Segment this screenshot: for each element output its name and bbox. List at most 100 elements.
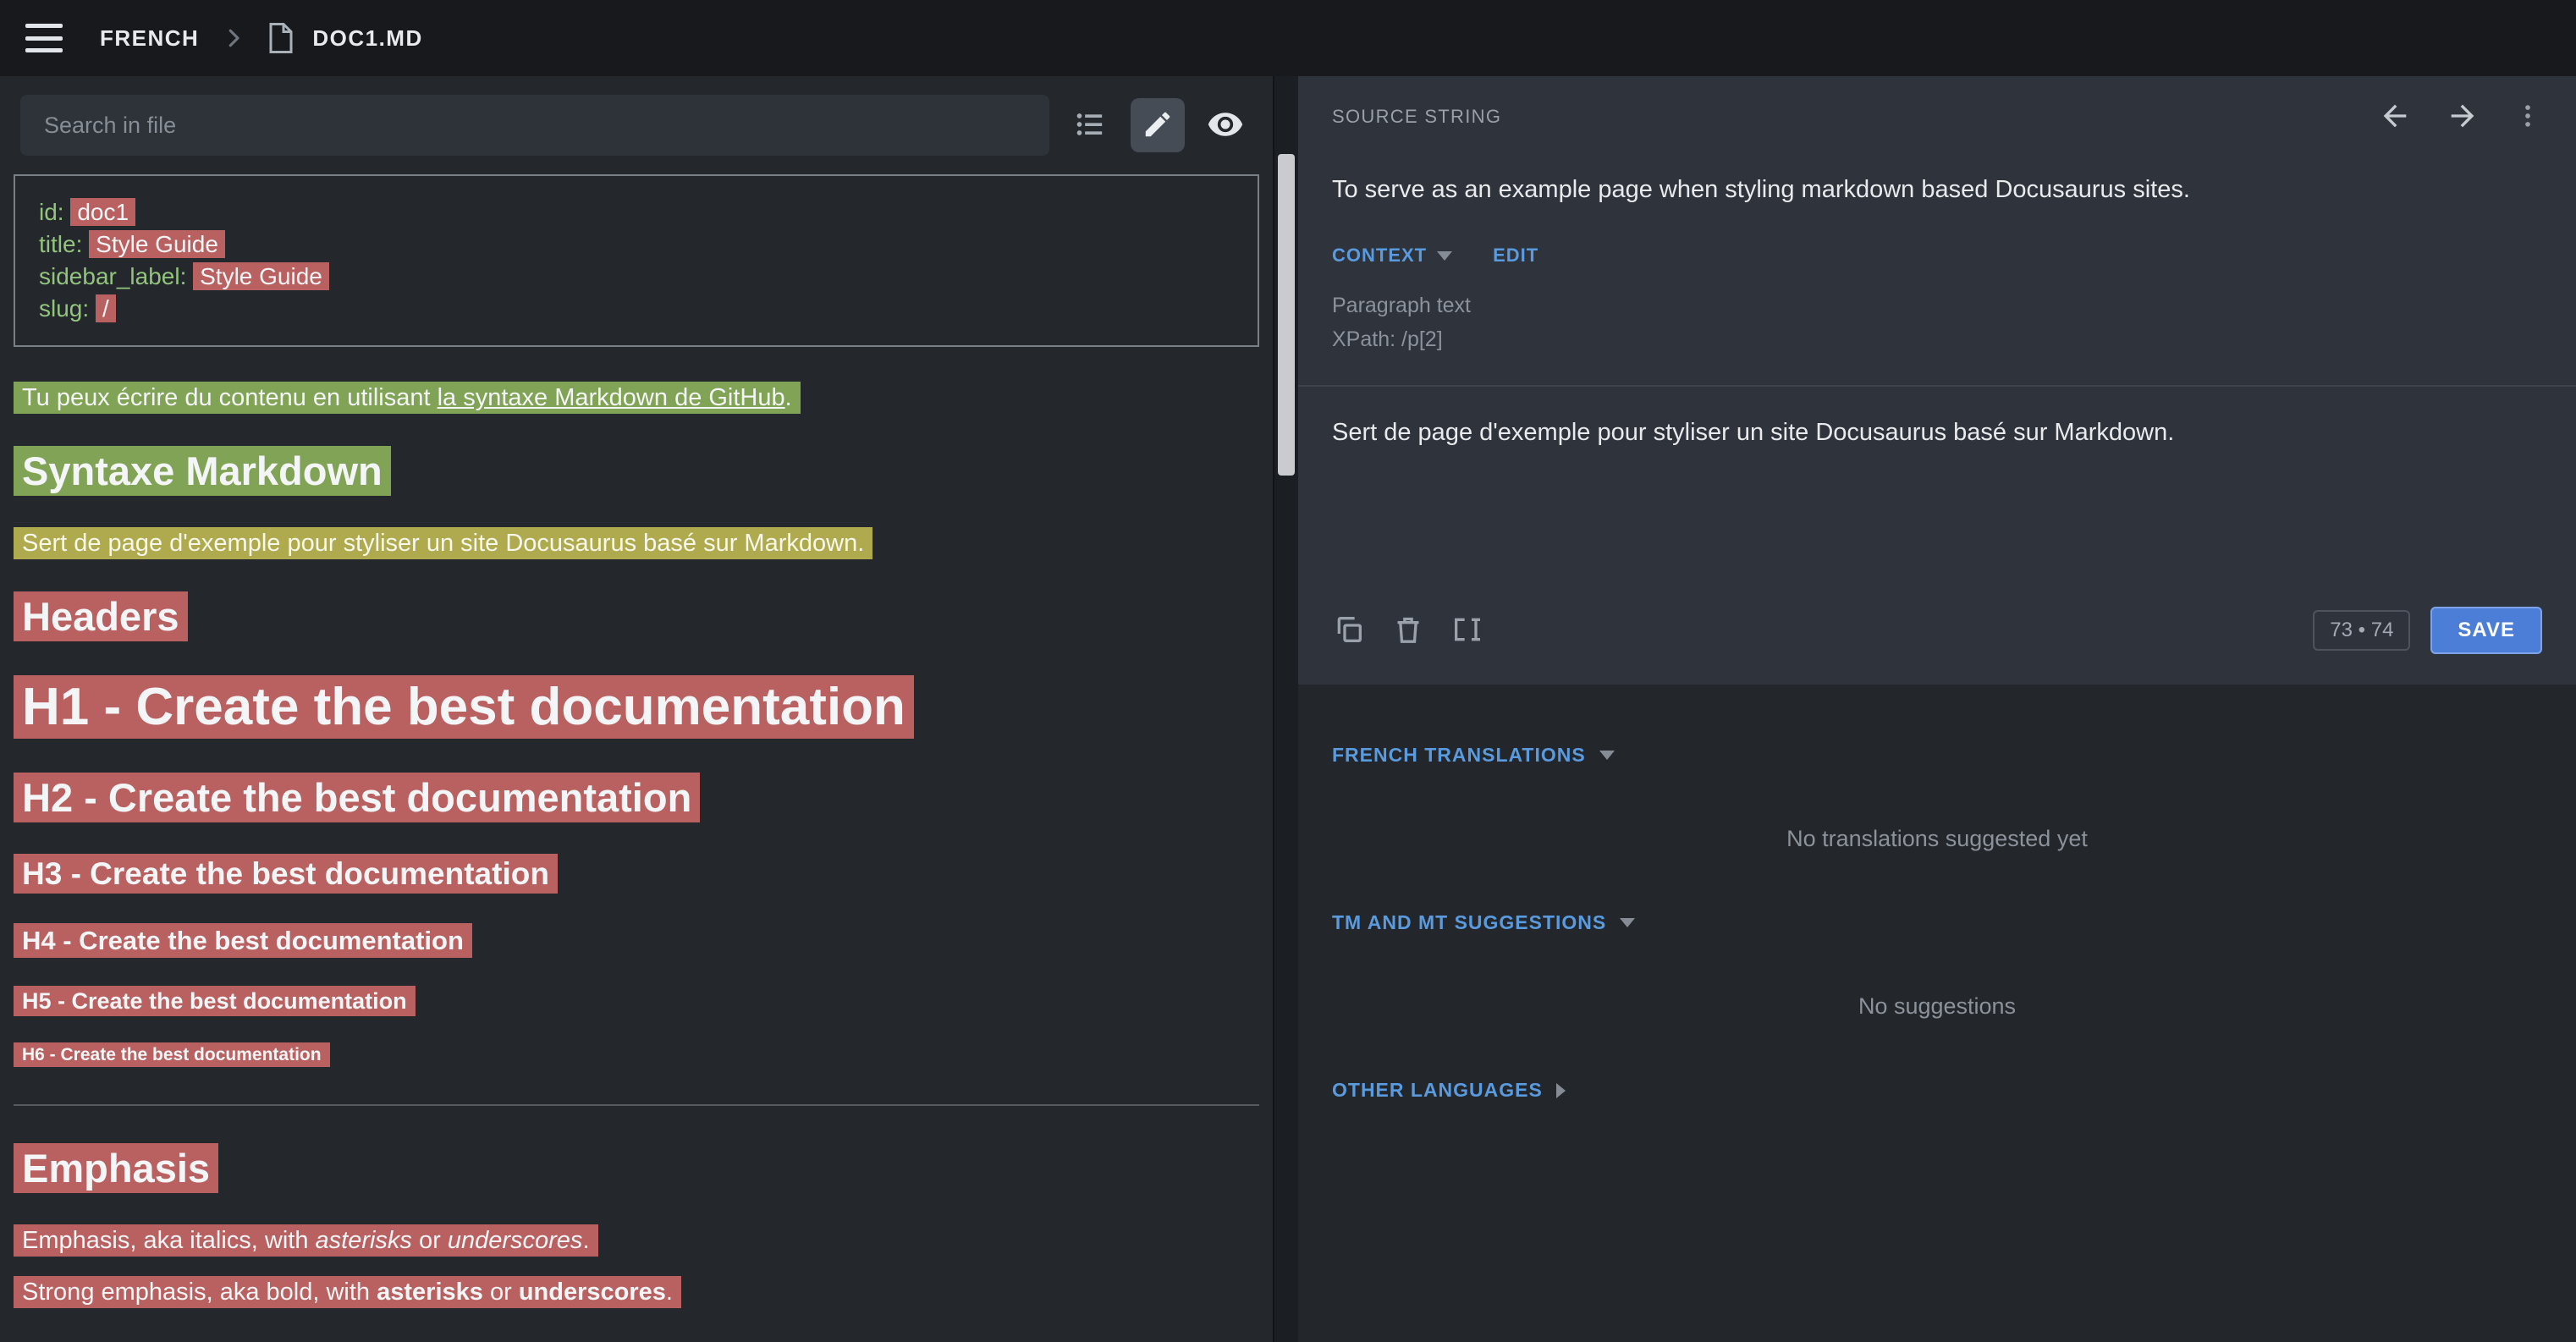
translation-text: Sert de page d'exemple pour styliser un … bbox=[1332, 419, 2174, 446]
other-languages-label: OTHER LANGUAGES bbox=[1332, 1079, 1543, 1102]
doc-block: H6 - Create the best documentation bbox=[14, 1045, 1259, 1065]
more-options-button[interactable] bbox=[2513, 102, 2542, 133]
list-icon bbox=[1073, 107, 1107, 144]
doc-block: Sert de page d'exemple pour styliser un … bbox=[14, 530, 1259, 558]
doc-string[interactable]: Syntaxe Markdown bbox=[14, 446, 391, 496]
chevron-down-icon bbox=[1620, 918, 1635, 927]
arrow-right-icon bbox=[2446, 99, 2480, 135]
document-preview: id: doc1title: Style Guidesidebar_label:… bbox=[0, 171, 1273, 1342]
doc-string[interactable]: Emphasis, aka italics, with asterisks or… bbox=[14, 1224, 598, 1257]
doc-string[interactable]: Headers bbox=[14, 591, 188, 641]
search-row bbox=[0, 76, 1273, 171]
doc-string[interactable]: H5 - Create the best documentation bbox=[14, 986, 416, 1016]
context-label: CONTEXT bbox=[1332, 245, 1427, 267]
kebab-menu-icon bbox=[2513, 102, 2542, 133]
text-segment: Headers bbox=[22, 594, 179, 639]
chevron-down-icon bbox=[1599, 751, 1615, 760]
text-segment: H1 - Create the best documentation bbox=[22, 678, 905, 736]
text-selection-button[interactable] bbox=[1450, 613, 1484, 649]
breadcrumb-project[interactable]: FRENCH bbox=[100, 25, 199, 52]
topbar: FRENCH DOC1.MD bbox=[0, 0, 2576, 76]
character-counter: 73 • 74 bbox=[2313, 610, 2410, 651]
menu-bar bbox=[25, 24, 63, 28]
search-input[interactable] bbox=[20, 95, 1049, 156]
doc-string[interactable]: Sert de page d'exemple pour styliser un … bbox=[14, 527, 872, 559]
text-cursor-icon bbox=[1450, 613, 1484, 649]
copy-source-button[interactable] bbox=[1332, 613, 1366, 649]
doc-string[interactable]: Style Guide bbox=[193, 262, 329, 290]
translate-mode-button[interactable] bbox=[1131, 98, 1185, 152]
frontmatter-line: title: Style Guide bbox=[39, 228, 1234, 261]
source-text: To serve as an example page when styling… bbox=[1332, 176, 2542, 204]
italic-text: underscores bbox=[448, 1227, 583, 1254]
doc-block: Headers bbox=[14, 593, 1259, 640]
text-segment: Tu peux écrire du contenu en utilisant bbox=[22, 384, 438, 411]
string-list-view-button[interactable] bbox=[1063, 98, 1117, 152]
breadcrumb: FRENCH DOC1.MD bbox=[100, 23, 423, 53]
frontmatter-key: title: bbox=[39, 231, 89, 257]
suggestions-section: FRENCH TRANSLATIONS No translations sugg… bbox=[1298, 685, 2576, 1342]
doc-string[interactable]: Emphasis bbox=[14, 1143, 218, 1193]
other-languages-toggle[interactable]: OTHER LANGUAGES bbox=[1332, 1079, 2542, 1102]
tm-mt-label: TM AND MT SUGGESTIONS bbox=[1332, 911, 1606, 934]
context-row: CONTEXT EDIT bbox=[1332, 245, 2542, 267]
save-button[interactable]: SAVE bbox=[2430, 607, 2542, 654]
frontmatter-key: slug: bbox=[39, 295, 96, 322]
context-toggle-button[interactable]: CONTEXT bbox=[1332, 245, 1452, 267]
french-translations-toggle[interactable]: FRENCH TRANSLATIONS bbox=[1332, 744, 2542, 767]
translation-panel: SOURCE STRING bbox=[1298, 76, 2576, 1342]
main-split: id: doc1title: Style Guidesidebar_label:… bbox=[0, 76, 2576, 1342]
doc-string[interactable]: H4 - Create the best documentation bbox=[14, 923, 472, 958]
source-string-header: SOURCE STRING bbox=[1332, 98, 2542, 135]
previous-string-button[interactable] bbox=[2378, 99, 2412, 135]
next-string-button[interactable] bbox=[2446, 99, 2480, 135]
doc-string[interactable]: / bbox=[96, 294, 116, 322]
tm-mt-suggestions-toggle[interactable]: TM AND MT SUGGESTIONS bbox=[1332, 911, 2542, 934]
context-xpath: XPath: /p[2] bbox=[1332, 322, 2542, 356]
doc-string[interactable]: Strong emphasis, aka bold, with asterisk… bbox=[14, 1276, 681, 1308]
doc-block: H3 - Create the best documentation bbox=[14, 856, 1259, 892]
frontmatter-line: slug: / bbox=[39, 293, 1234, 325]
doc-string[interactable]: H2 - Create the best documentation bbox=[14, 773, 700, 822]
frontmatter-line: id: doc1 bbox=[39, 196, 1234, 228]
doc-string[interactable]: H6 - Create the best documentation bbox=[14, 1042, 330, 1067]
doc-string[interactable]: H3 - Create the best documentation bbox=[14, 854, 558, 894]
vertical-scrollbar[interactable] bbox=[1273, 76, 1298, 1342]
doc-block: H1 - Create the best documentation bbox=[14, 677, 1259, 737]
file-preview-panel: id: doc1title: Style Guidesidebar_label:… bbox=[0, 76, 1273, 1342]
doc-block: H2 - Create the best documentation bbox=[14, 774, 1259, 821]
translation-tools bbox=[1332, 613, 1484, 649]
menu-bar bbox=[25, 48, 63, 52]
bold-text: underscores bbox=[519, 1279, 666, 1306]
inline-link[interactable]: la syntaxe Markdown de GitHub bbox=[438, 384, 785, 411]
doc-block: H4 - Create the best documentation bbox=[14, 926, 1259, 956]
source-string-section: SOURCE STRING bbox=[1298, 76, 2576, 685]
doc-string[interactable]: H1 - Create the best documentation bbox=[14, 675, 914, 739]
clear-translation-button[interactable] bbox=[1391, 613, 1425, 649]
text-segment: H6 - Create the best documentation bbox=[22, 1045, 322, 1064]
edit-context-button[interactable]: EDIT bbox=[1493, 245, 1538, 267]
preview-mode-button[interactable] bbox=[1198, 98, 1252, 152]
italic-text: asterisks bbox=[316, 1227, 412, 1254]
chevron-right-icon bbox=[221, 25, 246, 51]
trash-icon bbox=[1391, 613, 1425, 649]
copy-icon bbox=[1332, 613, 1366, 649]
breadcrumb-file[interactable]: DOC1.MD bbox=[312, 25, 422, 52]
scrollbar-thumb[interactable] bbox=[1278, 154, 1295, 476]
context-type: Paragraph text bbox=[1332, 289, 2542, 322]
arrow-left-icon bbox=[2378, 99, 2412, 135]
doc-string[interactable]: Style Guide bbox=[89, 230, 225, 258]
chevron-down-icon bbox=[1437, 251, 1452, 261]
document-body: Tu peux écrire du contenu en utilisant l… bbox=[14, 384, 1259, 1306]
frontmatter-key: id: bbox=[39, 199, 70, 225]
doc-string[interactable]: Tu peux écrire du contenu en utilisant l… bbox=[14, 382, 801, 414]
text-segment: Strong emphasis, aka bold, with bbox=[22, 1279, 377, 1306]
context-info: Paragraph text XPath: /p[2] bbox=[1332, 289, 2542, 356]
doc-block: Strong emphasis, aka bold, with asterisk… bbox=[14, 1279, 1259, 1306]
translation-input[interactable]: Sert de page d'exemple pour styliser un … bbox=[1332, 387, 2542, 607]
source-string-label: SOURCE STRING bbox=[1332, 106, 1501, 128]
chevron-right-icon bbox=[1556, 1083, 1566, 1098]
menu-button[interactable] bbox=[25, 24, 63, 52]
edit-label: EDIT bbox=[1493, 245, 1538, 267]
doc-string[interactable]: doc1 bbox=[70, 198, 135, 226]
